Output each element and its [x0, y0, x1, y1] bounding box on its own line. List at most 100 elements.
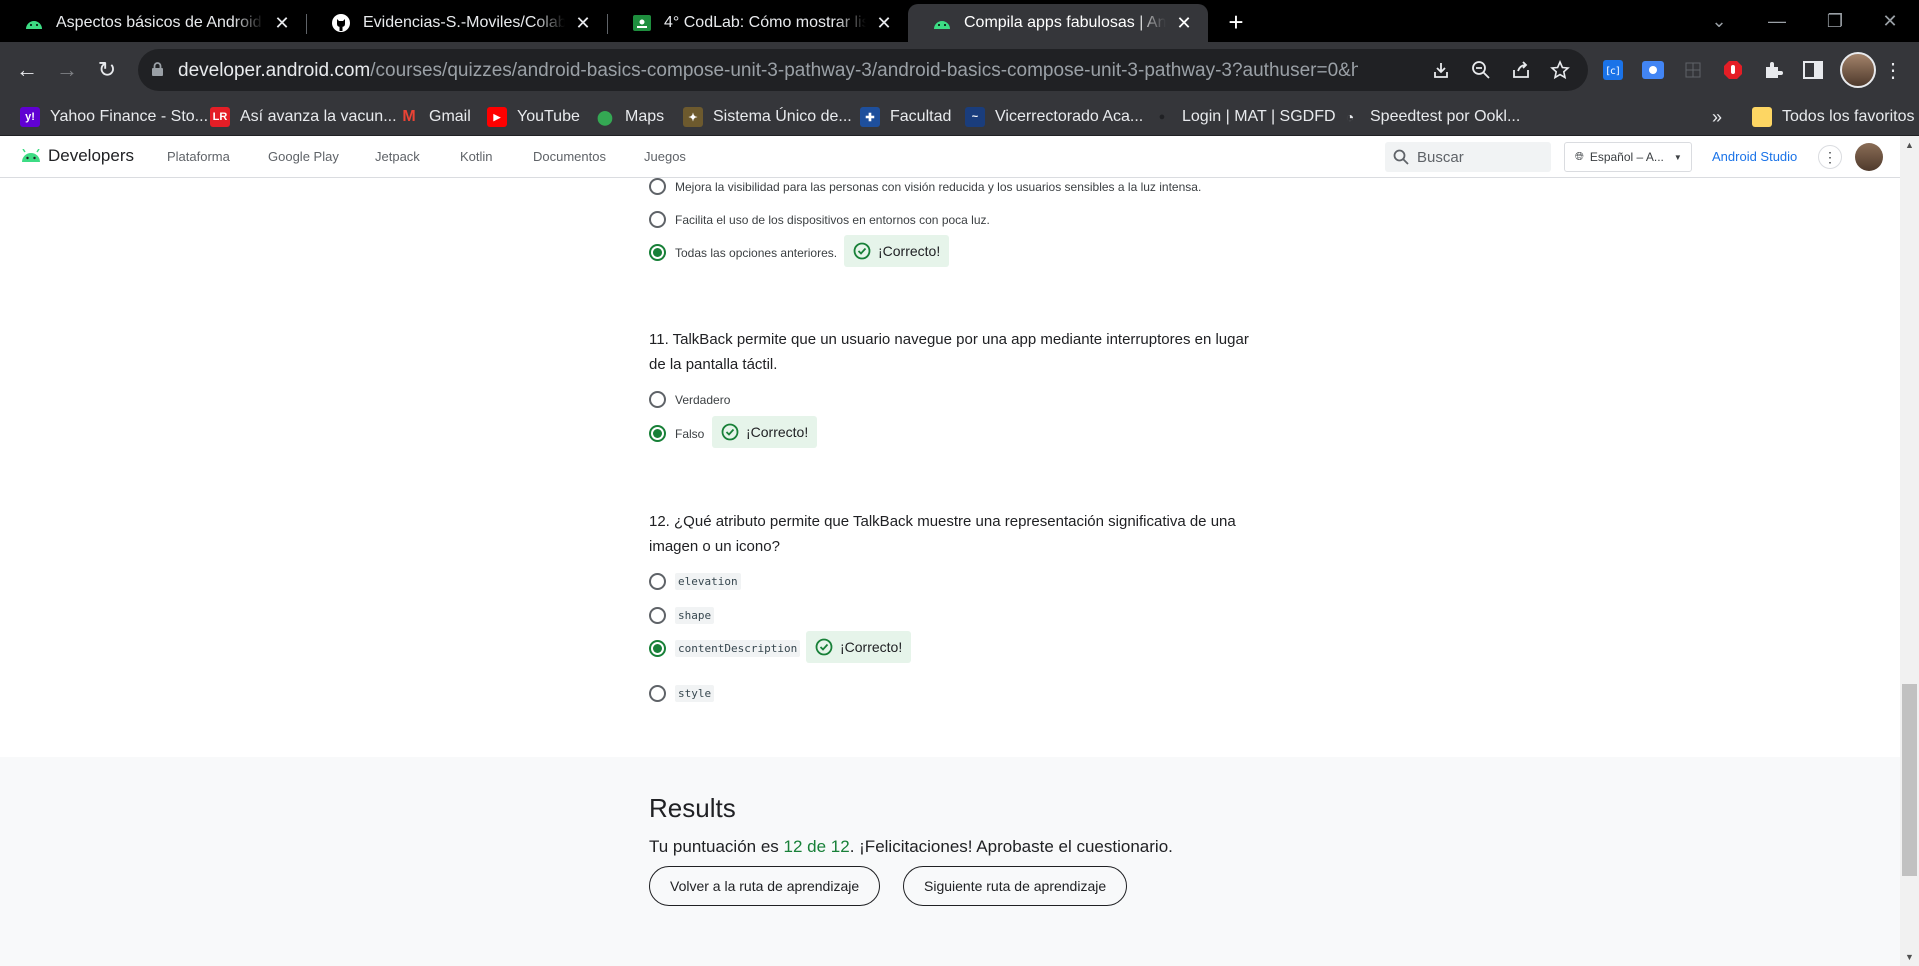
bookmark-label: Vicerrectorado Aca... — [995, 108, 1144, 125]
close-icon[interactable]: ✕ — [874, 13, 894, 34]
close-window-button[interactable]: ✕ — [1861, 0, 1919, 42]
nav-documentos[interactable]: Documentos — [533, 149, 606, 164]
reload-button[interactable]: ↻ — [89, 52, 125, 88]
tab-title: Compila apps fabulosas | Andro — [964, 14, 1166, 31]
svg-text:[c]: [c] — [1606, 66, 1619, 77]
check-circle-icon — [853, 242, 871, 260]
option-label: contentDescription — [675, 640, 801, 657]
bookmark-label: Login | MAT | SGDFD — [1182, 108, 1336, 125]
chrome-menu-icon[interactable]: ⋮ — [1875, 52, 1911, 88]
nav-jetpack[interactable]: Jetpack — [375, 149, 420, 164]
bookmark-youtube[interactable]: ▶ YouTube — [487, 105, 580, 129]
youtube-icon: ▶ — [487, 107, 507, 127]
more-options-icon[interactable]: ⋮ — [1818, 145, 1842, 169]
minimize-button[interactable]: — — [1748, 0, 1806, 42]
q10-option-2[interactable]: Facilita el uso de los dispositivos en e… — [649, 211, 990, 228]
scroll-down-icon[interactable]: ▼ — [1905, 952, 1914, 962]
back-to-pathway-button[interactable]: Volver a la ruta de aprendizaje — [649, 866, 881, 906]
tab-github[interactable]: Evidencias-S.-Moviles/Colab04_ ✕ — [307, 4, 607, 42]
screen-capture-icon[interactable] — [1640, 57, 1666, 83]
tab-search-icon[interactable]: ⌄ — [1690, 0, 1748, 42]
correct-badge: ¡Correcto! — [712, 416, 818, 448]
android-icon — [932, 13, 952, 33]
address-bar[interactable]: developer.android.com/courses/quizzes/an… — [138, 49, 1588, 91]
zoom-icon[interactable] — [1469, 58, 1493, 82]
radio-button-selected[interactable] — [649, 640, 666, 657]
forward-button[interactable]: → — [49, 52, 85, 88]
scrollbar-thumb[interactable] — [1902, 684, 1917, 876]
chevron-down-icon: ▼ — [1673, 152, 1682, 162]
scroll-up-icon[interactable]: ▲ — [1905, 140, 1914, 150]
q12-option-contentdescription[interactable]: contentDescription — [649, 640, 801, 657]
radio-button[interactable] — [649, 178, 666, 195]
results-title: Results — [649, 793, 736, 823]
close-icon[interactable]: ✕ — [573, 13, 593, 34]
q10-option-3[interactable]: Todas las opciones anteriores. — [649, 244, 837, 261]
globe-icon: 🌐︎ — [1575, 150, 1584, 163]
q12-option-elevation[interactable]: elevation — [649, 573, 741, 590]
back-button[interactable]: ← — [9, 52, 45, 88]
bookmark-vacuna[interactable]: LR Así avanza la vacun... — [210, 105, 397, 129]
android-studio-link[interactable]: Android Studio — [1712, 149, 1797, 164]
option-label: Facilita el uso de los dispositivos en e… — [675, 212, 990, 227]
q12-option-shape[interactable]: shape — [649, 607, 715, 624]
q10-option-1[interactable]: Mejora la visibilidad para las personas … — [649, 178, 1201, 195]
check-circle-icon — [721, 423, 739, 441]
adblock-icon[interactable] — [1720, 57, 1746, 83]
url-text: developer.android.com/courses/quizzes/an… — [178, 60, 1358, 81]
nav-kotlin[interactable]: Kotlin — [460, 149, 493, 164]
close-icon[interactable]: ✕ — [272, 13, 292, 34]
install-icon[interactable] — [1429, 58, 1453, 82]
radio-button-selected[interactable] — [649, 244, 666, 261]
radio-button[interactable] — [649, 391, 666, 408]
site-header: Developers Plataforma Google Play Jetpac… — [0, 136, 1900, 178]
q12-option-style[interactable]: style — [649, 685, 715, 702]
language-select[interactable]: 🌐︎ Español – A... ▼ — [1564, 142, 1692, 172]
bookmarks-overflow-button[interactable]: » — [1712, 105, 1722, 129]
radio-button[interactable] — [649, 211, 666, 228]
extensions-puzzle-icon[interactable] — [1760, 57, 1786, 83]
tab-android-basics[interactable]: Aspectos básicos de Android co ✕ — [0, 4, 306, 42]
bookmark-yahoo[interactable]: y! Yahoo Finance - Sto... — [20, 105, 208, 129]
next-pathway-button[interactable]: Siguiente ruta de aprendizaje — [903, 866, 1128, 906]
profile-avatar[interactable] — [1840, 52, 1876, 88]
nav-google-play[interactable]: Google Play — [268, 149, 339, 164]
bookmark-gmail[interactable]: M Gmail — [399, 105, 470, 129]
tab-title: Aspectos básicos de Android co — [56, 14, 264, 31]
site-avatar[interactable] — [1855, 143, 1883, 171]
share-icon[interactable] — [1509, 58, 1533, 82]
bookmark-speedtest[interactable]: ◔ Speedtest por Ookl... — [1340, 105, 1521, 129]
developers-logo[interactable]: Developers — [20, 146, 134, 166]
nav-juegos[interactable]: Juegos — [644, 149, 686, 164]
q11-option-verdadero[interactable]: Verdadero — [649, 391, 730, 408]
check-circle-icon — [815, 638, 833, 656]
new-tab-button[interactable]: + — [1220, 6, 1252, 38]
tab-compila-apps[interactable]: Compila apps fabulosas | Andro ✕ — [908, 4, 1208, 42]
bookmark-vicerrectorado[interactable]: ~ Vicerrectorado Aca... — [965, 105, 1143, 129]
question-11: 11. TalkBack permite que un usuario nave… — [649, 331, 1249, 373]
bookmark-facultad[interactable]: ✚ Facultad — [860, 105, 951, 129]
bookmark-star-icon[interactable] — [1548, 58, 1572, 82]
close-icon[interactable]: ✕ — [1174, 13, 1194, 34]
page-scrollbar[interactable]: ▲ ▼ — [1900, 136, 1919, 966]
radio-button[interactable] — [649, 685, 666, 702]
option-label: style — [675, 685, 715, 702]
tab-codlab[interactable]: 4° CodLab: Cómo mostrar listas ✕ — [608, 4, 908, 42]
android-logo-icon — [22, 149, 40, 162]
site-search-input[interactable]: Buscar — [1385, 142, 1551, 172]
bookmark-sistema-unico[interactable]: ✦ Sistema Único de... — [683, 105, 852, 129]
side-panel-icon[interactable] — [1800, 57, 1826, 83]
gmail-icon: M — [402, 108, 416, 125]
radio-button[interactable] — [649, 573, 666, 590]
q11-option-falso[interactable]: Falso — [649, 425, 704, 442]
extension-grid-icon[interactable] — [1680, 57, 1706, 83]
language-label: Español – A... — [1589, 150, 1664, 164]
all-bookmarks-folder[interactable]: Todos los favoritos — [1752, 105, 1915, 129]
radio-button-selected[interactable] — [649, 425, 666, 442]
extension-blue-icon[interactable]: [c] — [1600, 57, 1626, 83]
restore-button[interactable]: ❐ — [1806, 0, 1864, 42]
bookmark-login-mat[interactable]: ● Login | MAT | SGDFD — [1152, 105, 1336, 129]
nav-plataforma[interactable]: Plataforma — [167, 149, 230, 164]
radio-button[interactable] — [649, 607, 666, 624]
bookmark-maps[interactable]: ⬤ Maps — [595, 105, 664, 129]
